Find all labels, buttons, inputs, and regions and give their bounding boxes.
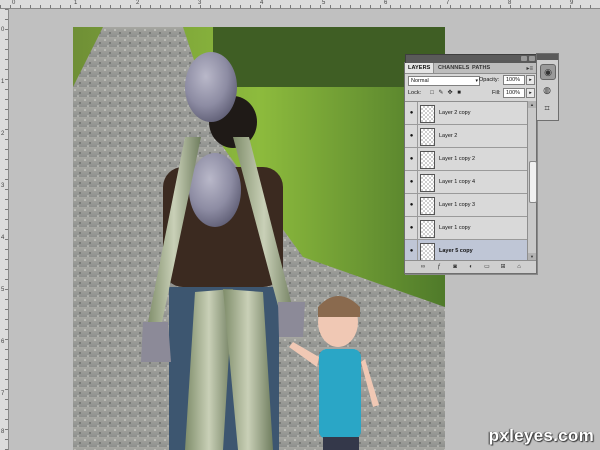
ruler-label: 8 (1, 429, 5, 435)
ruler-label: 8 (508, 0, 512, 6)
lock-row: Lock: □ ✎ ✥ ■ Fill: 100% ▸ (405, 88, 536, 99)
layer-thumbnail (420, 220, 435, 238)
layer-name: Layer 1 copy 2 (439, 156, 476, 162)
fx-icon[interactable]: ƒ (435, 263, 443, 271)
scroll-up-icon[interactable]: ▲ (528, 101, 536, 108)
visibility-eye-icon[interactable]: ● (406, 102, 418, 124)
opacity-label: Opacity: (479, 77, 500, 83)
watermark-text: pxleyes.com (488, 426, 594, 445)
layers-panel: LAYERS CHANNELS PATHS ▸≡ Normal ▾ Opacit… (404, 54, 538, 274)
tab-paths[interactable]: PATHS (469, 63, 493, 73)
layer-row[interactable]: ● Layer 1 copy 4 (405, 171, 527, 194)
ruler-label: 3 (1, 183, 5, 189)
scroll-thumb[interactable] (529, 161, 537, 203)
visibility-eye-icon[interactable]: ● (406, 148, 418, 170)
channels-icon[interactable]: ◍ (540, 83, 554, 97)
tab-channels[interactable]: CHANNELS (435, 63, 472, 73)
blend-row: Normal ▾ Opacity: 100% ▸ (405, 75, 536, 86)
layer-thumbnail (420, 174, 435, 192)
chevron-down-icon: ▾ (475, 78, 478, 84)
vertical-ruler[interactable]: 0 1 2 3 4 5 6 7 8 (0, 9, 9, 450)
new-layer-icon[interactable]: ⊞ (499, 263, 507, 271)
layer-name: Layer 1 copy (439, 225, 471, 231)
blend-mode-select[interactable]: Normal ▾ (408, 76, 480, 86)
visibility-eye-icon[interactable]: ● (406, 240, 418, 261)
mask-icon[interactable]: ◙ (451, 263, 459, 271)
opacity-field[interactable]: 100% (503, 75, 525, 85)
visibility-eye-icon[interactable]: ● (406, 217, 418, 239)
ruler-label: 0 (1, 27, 5, 33)
group-icon[interactable]: ▭ (483, 263, 491, 271)
ruler-label: 7 (446, 0, 450, 6)
panel-dock: ◉ ◍ ⌗ (536, 53, 559, 121)
ruler-label: 7 (1, 391, 5, 397)
ruler-label: 1 (1, 79, 5, 85)
fill-slider-button[interactable]: ▸ (526, 88, 535, 98)
visibility-eye-icon[interactable]: ● (406, 194, 418, 216)
ruler-label: 4 (1, 235, 5, 241)
close-icon[interactable] (529, 56, 535, 61)
layer-thumbnail (420, 243, 435, 261)
fill-label: Fill: (492, 90, 501, 96)
opacity-slider-button[interactable]: ▸ (526, 75, 535, 85)
layer-row[interactable]: ● Layer 1 copy 3 (405, 194, 527, 217)
layer-name: Layer 1 copy 3 (439, 202, 476, 208)
paths-icon[interactable]: ⌗ (540, 101, 554, 115)
lock-transparency-icon[interactable]: □ (429, 90, 435, 96)
layer-row[interactable]: ● Layer 2 (405, 125, 527, 148)
ruler-label: 6 (384, 0, 388, 6)
fill-field[interactable]: 100% (503, 88, 525, 98)
ruler-label: 4 (260, 0, 264, 6)
lock-position-icon[interactable]: ✥ (447, 90, 453, 96)
horizontal-ruler[interactable]: 0 1 2 3 4 5 6 7 8 9 (0, 0, 600, 9)
ruler-label: 3 (198, 0, 202, 6)
ruler-label: 5 (322, 0, 326, 6)
layer-name: Layer 2 (439, 133, 458, 139)
ruler-label: 2 (1, 131, 5, 137)
layer-list: ● Layer 2 copy ● Layer 2 ● Layer 1 copy … (405, 101, 527, 261)
ruler-label: 2 (136, 0, 140, 6)
layers-icon[interactable]: ◉ (540, 64, 556, 80)
adjustment-icon[interactable]: ◐ (467, 263, 475, 271)
layer-thumbnail (420, 197, 435, 215)
ruler-label: 5 (1, 287, 5, 293)
layer-thumbnail (420, 105, 435, 123)
layer-row[interactable]: ● Layer 2 copy (405, 102, 527, 125)
layer-row-selected[interactable]: ● Layer 5 copy (405, 240, 527, 261)
photo-image (73, 27, 445, 450)
document-canvas[interactable] (73, 27, 445, 450)
link-icon[interactable]: ∞ (419, 263, 427, 271)
scroll-down-icon[interactable]: ▼ (528, 253, 536, 260)
blend-mode-value: Normal (411, 78, 429, 84)
layer-name: Layer 2 copy (439, 110, 471, 116)
ruler-label: 1 (74, 0, 78, 6)
lock-label: Lock: (408, 90, 422, 96)
layer-list-scrollbar[interactable]: ▲ ▼ (527, 101, 537, 260)
lock-all-icon[interactable]: ■ (456, 90, 462, 96)
collapse-icon[interactable] (521, 56, 527, 61)
panel-footer: ∞ ƒ ◙ ◐ ▭ ⊞ ⌂ (405, 260, 536, 273)
ruler-label: 0 (12, 0, 16, 6)
lock-paint-icon[interactable]: ✎ (438, 90, 444, 96)
ruler-label: 9 (570, 0, 574, 6)
layer-thumbnail (420, 128, 435, 146)
trash-icon[interactable]: ⌂ (515, 263, 523, 271)
panel-menu-icon[interactable]: ▸≡ (526, 65, 533, 72)
layer-name: Layer 5 copy (439, 248, 473, 254)
layer-thumbnail (420, 151, 435, 169)
ruler-label: 6 (1, 339, 5, 345)
layer-row[interactable]: ● Layer 1 copy (405, 217, 527, 240)
layer-row[interactable]: ● Layer 1 copy 2 (405, 148, 527, 171)
visibility-eye-icon[interactable]: ● (406, 125, 418, 147)
dock-title-bar[interactable] (537, 54, 558, 60)
layer-name: Layer 1 copy 4 (439, 179, 476, 185)
panel-tabs: LAYERS CHANNELS PATHS ▸≡ (405, 63, 536, 74)
tab-layers[interactable]: LAYERS (405, 63, 435, 73)
visibility-eye-icon[interactable]: ● (406, 171, 418, 193)
